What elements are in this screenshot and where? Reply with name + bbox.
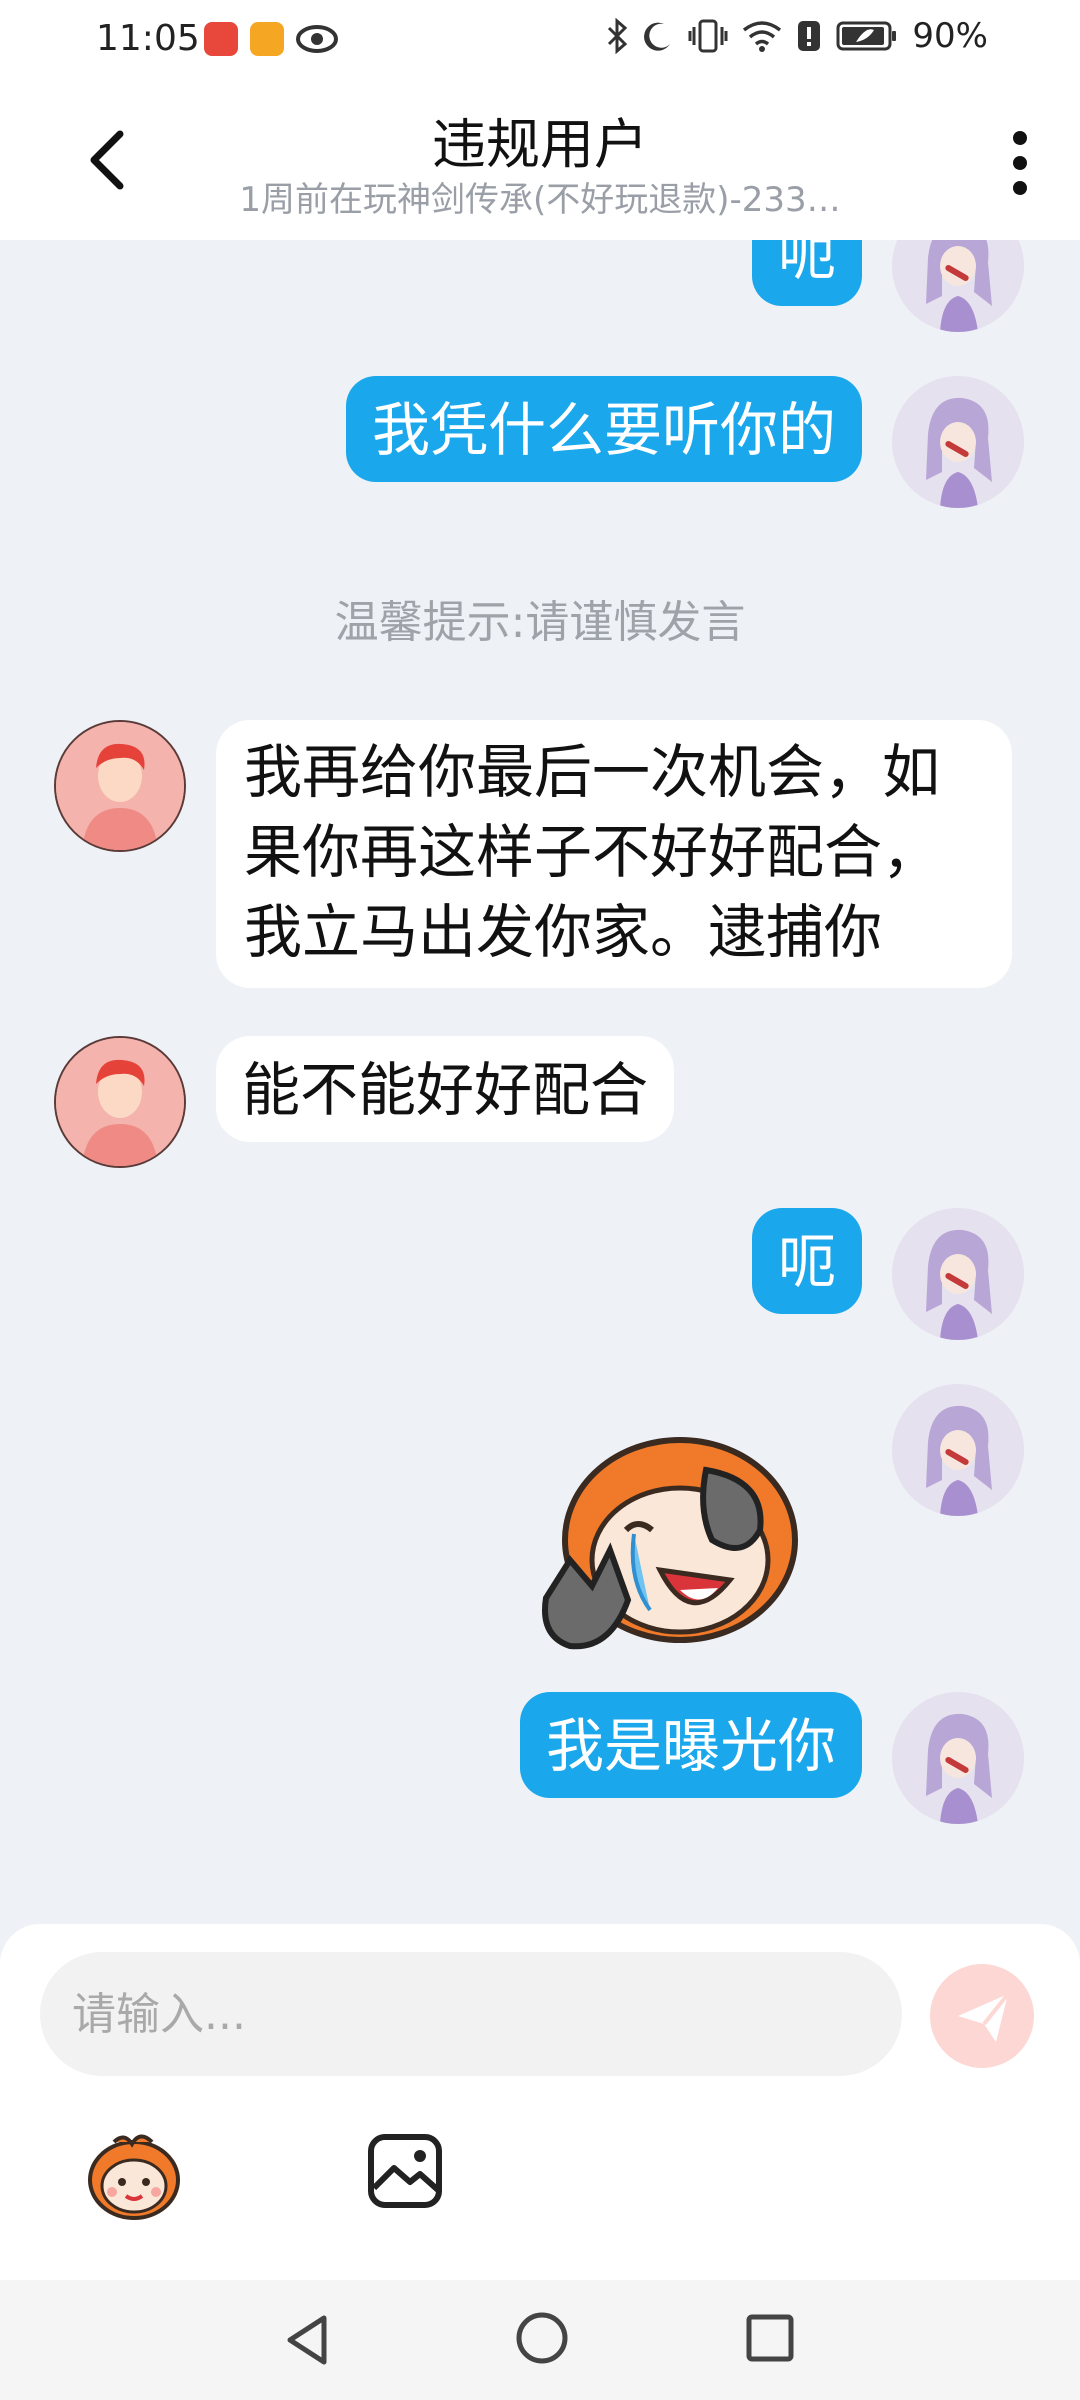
send-button[interactable]	[930, 1964, 1034, 2068]
message-bubble-mine[interactable]: 呃	[751, 1208, 862, 1314]
more-options-icon[interactable]	[1000, 128, 1040, 198]
other-user-avatar[interactable]	[54, 720, 186, 852]
battery-icon	[836, 21, 897, 51]
image-picker-icon[interactable]	[366, 2132, 444, 2210]
battery-percent: 90%	[912, 16, 988, 56]
my-avatar[interactable]	[892, 1692, 1024, 1824]
message-text-line: 我再给你最后一次机会，如	[244, 738, 941, 806]
chat-subtitle: 1周前在玩神剑传承(不好玩退款)-233…	[239, 180, 841, 220]
default-user-avatar-icon	[56, 1038, 184, 1166]
chat-title: 违规用户	[432, 113, 648, 176]
system-navigation-bar	[0, 2280, 1080, 2400]
nav-recent-apps-icon[interactable]	[744, 2312, 796, 2364]
input-panel	[0, 1924, 1080, 2280]
my-avatar[interactable]	[892, 376, 1024, 508]
message-text: 能不能好好配合	[242, 1056, 649, 1124]
wallet-app-icon	[250, 22, 284, 56]
chat-header: 违规用户 1周前在玩神剑传承(不好玩退款)-233…	[0, 80, 1080, 240]
wifi-icon	[743, 21, 782, 52]
status-time: 11:05	[96, 18, 200, 59]
nav-home-icon[interactable]	[514, 2310, 570, 2366]
anime-girl-avatar-icon	[892, 376, 1024, 508]
send-paper-plane-icon	[958, 1992, 1010, 2042]
moon-icon	[644, 22, 671, 51]
my-avatar[interactable]	[892, 240, 1024, 332]
eye-icon	[296, 25, 338, 53]
message-bubble-other[interactable]: 能不能好好配合	[216, 1036, 675, 1142]
message-bubble-other[interactable]: 我再给你最后一次机会，如 果你再这样子不好好配合， 我立马出发你家。逮捕你	[216, 720, 1012, 988]
message-bubble-mine[interactable]: 我是曝光你	[519, 1692, 862, 1798]
message-text-line: 我立马出发你家。逮捕你	[244, 898, 883, 966]
nav-back-icon[interactable]	[280, 2312, 336, 2368]
vibrate-icon	[688, 19, 728, 53]
default-user-avatar-icon	[56, 722, 184, 850]
system-tip: 温馨提示:请谨慎发言	[334, 597, 746, 648]
bluetooth-icon	[608, 18, 628, 54]
message-text-line: 果你再这样子不好好配合，	[244, 818, 941, 886]
crying-laughing-sticker[interactable]	[530, 1410, 810, 1670]
my-avatar[interactable]	[892, 1208, 1024, 1340]
message-bubble-mine[interactable]: 我凭什么要听你的	[345, 376, 862, 482]
my-avatar[interactable]	[892, 1384, 1024, 1516]
battery-saver-icon	[798, 21, 821, 51]
huawei-app-icon	[204, 22, 238, 56]
anime-girl-avatar-icon	[892, 240, 1024, 332]
chat-messages[interactable]: 呃 我凭什么要听你的 温馨提示:请谨慎发言 我再给你最后一次机会，如 果你再这样…	[0, 240, 1080, 1920]
message-text: 我是曝光你	[545, 1712, 836, 1780]
status-bar: 11:05 90%	[0, 0, 1080, 80]
emoji-sticker-icon[interactable]	[84, 2124, 184, 2224]
message-bubble-mine[interactable]: 呃	[751, 240, 862, 306]
message-text: 呃	[777, 240, 836, 288]
anime-girl-avatar-icon	[892, 1692, 1024, 1824]
other-user-avatar[interactable]	[54, 1036, 186, 1168]
message-input[interactable]	[40, 1952, 902, 2076]
message-text: 我凭什么要听你的	[371, 396, 836, 464]
anime-girl-avatar-icon	[892, 1208, 1024, 1340]
anime-girl-avatar-icon	[892, 1384, 1024, 1516]
message-text: 呃	[777, 1228, 836, 1296]
